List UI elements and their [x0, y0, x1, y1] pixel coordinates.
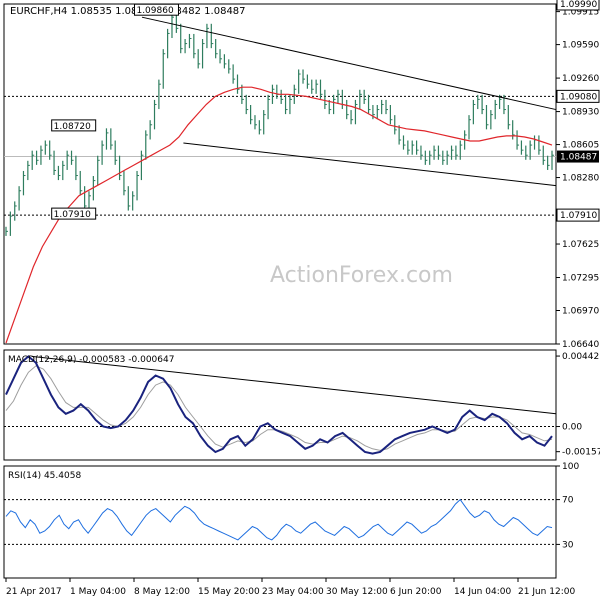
rsi-line	[5, 498, 553, 541]
price-panel: 1.099151.095901.092601.089301.086051.082…	[3, 0, 600, 350]
macd-tick-label: -0.001578	[562, 448, 600, 458]
macd-tick-label: 0.00442	[562, 352, 599, 362]
macd-title: MACD(12,26,9) -0.000583 -0.000647	[8, 355, 174, 365]
price-tick-label: 1.07625	[562, 240, 599, 250]
annotation-label: 1.08720	[54, 122, 91, 132]
time-tick-label: 6 Jun 20:00	[390, 587, 442, 597]
chart-window: EURCHF,H4 1.08535 1.08565 1.08482 1.0848…	[0, 0, 600, 600]
annotation-label: 1.07910	[54, 210, 91, 220]
price-tick-label: 1.09590	[562, 41, 599, 51]
macd-signal-line	[5, 365, 553, 451]
watermark: ActionForex.com	[270, 263, 453, 288]
level-tag-label: 1.09080	[560, 92, 597, 102]
time-tick-label: 15 May 20:00	[198, 587, 260, 597]
time-tick-label: 1 May 04:00	[70, 587, 126, 597]
rsi-frame	[3, 465, 557, 579]
price-frame	[3, 3, 557, 345]
time-axis: 21 Apr 2017 1 May 04:00 8 May 12:00 15 May …	[5, 578, 575, 597]
level-tag-label: 1.07910	[560, 211, 597, 221]
macd-tick-label: 0.00	[562, 423, 582, 433]
time-tick-label: 21 Jun 12:00	[518, 587, 575, 597]
current-price-label: 1.08487	[560, 153, 597, 163]
level-tag-label: 1.09990	[560, 0, 597, 10]
price-tick-label: 1.08930	[562, 108, 599, 118]
rsi-panel: 100 70 30 RSI(14) 45.4058	[3, 462, 579, 579]
price-tick-label: 1.06970	[562, 307, 599, 317]
rsi-tick-label: 70	[562, 496, 574, 506]
price-tick-label: 1.08605	[562, 141, 599, 151]
rsi-tick-label: 30	[562, 540, 574, 550]
chart-header: EURCHF,H4 1.08535 1.08565 1.08482 1.0848…	[10, 6, 246, 17]
macd-main-line	[5, 355, 553, 455]
price-tick-label: 1.08280	[562, 174, 599, 184]
price-tick-label: 1.09260	[562, 74, 599, 84]
eurchf-chart: EURCHF,H4 1.08535 1.08565 1.08482 1.0848…	[3, 0, 600, 597]
price-tick-label: 1.07295	[562, 274, 599, 284]
time-tick-label: 30 May 12:00	[326, 587, 388, 597]
rsi-title: RSI(14) 45.4058	[8, 471, 81, 481]
time-tick-label: 23 May 04:00	[262, 587, 324, 597]
time-tick-label: 14 Jun 04:00	[454, 587, 511, 597]
time-tick-label: 21 Apr 2017	[6, 587, 62, 597]
price-trendline	[141, 16, 557, 111]
macd-panel: 0.00442 0.00 -0.001578 MACD(12,26,9) -0.000…	[3, 349, 600, 461]
price-trendline	[183, 142, 557, 187]
annotation-label: 1.09860	[136, 6, 173, 16]
rsi-tick-label: 100	[562, 462, 579, 472]
price-tick-label: 1.06640	[562, 340, 599, 350]
time-tick-label: 8 May 12:00	[134, 587, 190, 597]
